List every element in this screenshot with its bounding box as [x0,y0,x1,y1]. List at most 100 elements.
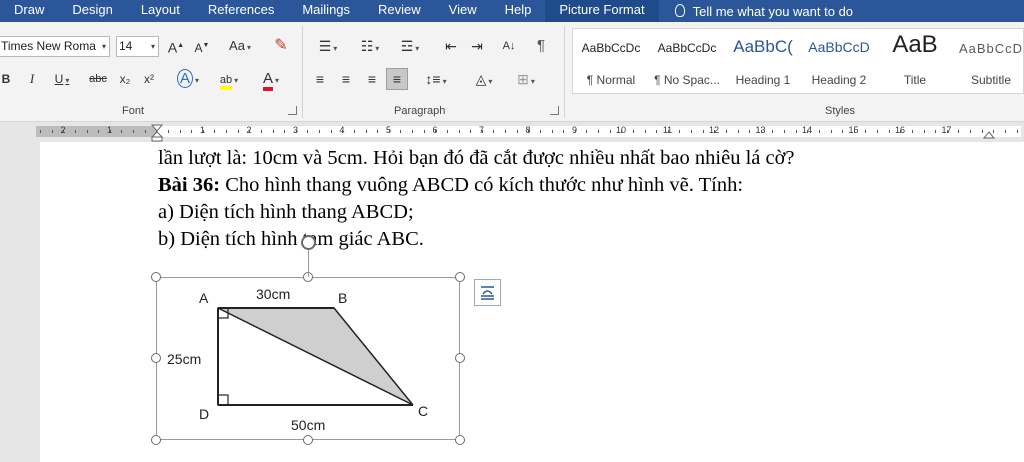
tab-layout[interactable]: Layout [127,0,194,22]
ruler-tick [214,130,215,133]
paragraph-dialog-launcher[interactable] [550,106,559,115]
show-marks-button[interactable]: ¶ [532,35,550,57]
horizontal-ruler[interactable]: 211234567891011121314151617 [0,122,1024,142]
italic-button[interactable]: I [24,68,40,90]
align-center-button[interactable]: ≡ [336,68,356,90]
label-a: A [199,290,209,306]
style-preview: AaBbCcDc [581,41,641,55]
style-preview: AaBbC( [733,37,793,56]
line-spacing-button[interactable]: ↕≡ ▾ [418,68,454,90]
decrease-indent-button[interactable]: ⇤ [440,35,462,57]
bullets-button[interactable]: ☰ ▾ [310,35,346,57]
ruler-tick [180,130,181,133]
ruler-tick [110,130,111,133]
font-color-button[interactable]: A ▾ [254,68,288,91]
tab-picture-format[interactable]: Picture Format [545,0,659,22]
divider [302,26,303,118]
align-right-icon: ≡ [367,71,377,87]
layout-options-button[interactable] [474,279,501,306]
ruler-tick [40,130,41,133]
underline-button[interactable]: U ▾ [48,68,76,90]
highlighter-icon: ab [219,74,233,90]
shading-button[interactable]: ◬ ▾ [466,68,502,90]
clear-formatting-button[interactable]: ✎ [270,35,292,57]
bold-button[interactable]: B [0,68,14,90]
align-center-icon: ≡ [341,71,351,87]
numbering-button[interactable]: ☷ ▾ [352,35,388,57]
font-size-combo[interactable]: 14 ▾ [116,36,159,57]
grow-font-button[interactable]: A▲ [166,35,186,57]
highlight-button[interactable]: ab ▾ [212,68,246,90]
strikethrough-button[interactable]: abc [86,68,110,90]
borders-button[interactable]: ⊞ ▾ [508,68,544,90]
ruler-tick [377,130,378,133]
ruler-tick [1005,130,1006,133]
style-label: ¶ No Spac... [654,73,720,87]
resize-handle-w[interactable] [151,353,161,363]
ruler-tick [633,130,634,133]
subscript-button[interactable]: x₂ [116,68,134,90]
ruler-tick [435,130,436,133]
selected-picture[interactable]: A B C D 30cm 25cm 50cm [156,277,460,440]
style-no-spacing[interactable]: AaBbCcDc ¶ No Spac... [649,29,725,93]
tab-review[interactable]: Review [364,0,435,22]
superscript-button[interactable]: x² [140,68,158,90]
style-preview: AaBbCcDc [657,41,717,55]
ruler-tick [621,130,622,133]
indent-marker[interactable] [150,122,164,142]
increase-indent-button[interactable]: ⇥ [466,35,488,57]
style-subtitle[interactable]: AaBbCcD Subtitle [953,29,1024,93]
ruler-tick [854,130,855,133]
font-color-icon: A [262,70,273,91]
tell-me-box[interactable]: Tell me what you want to do [659,0,867,22]
tab-help[interactable]: Help [491,0,546,22]
font-name-value: Times New Roma [1,39,96,53]
style-title[interactable]: AaB Title [877,29,953,93]
multilevel-list-button[interactable]: ☲ ▾ [392,35,428,57]
ruler-tick [540,130,541,133]
ruler-tick [75,130,76,133]
pilcrow-icon: ¶ [536,37,546,54]
text-line[interactable]: a) Diện tích hình thang ABCD; [158,201,414,224]
resize-handle-se[interactable] [455,435,465,445]
justify-button[interactable]: ≡ [386,68,408,90]
align-left-button[interactable]: ≡ [310,68,330,90]
shrink-font-button[interactable]: A▼ [192,35,212,57]
tab-references[interactable]: References [194,0,288,22]
ruler-tick [354,130,355,133]
text-effects-button[interactable]: A ▾ [172,68,204,90]
style-preview: AaBbCcD [958,41,1024,56]
change-case-button[interactable]: Aa ▾ [222,35,258,57]
font-name-combo[interactable]: Times New Roma ▾ [0,36,110,57]
tab-draw[interactable]: Draw [0,0,58,22]
ruler-tick [424,130,425,133]
align-right-button[interactable]: ≡ [362,68,382,90]
label-d: D [199,406,209,422]
tab-view[interactable]: View [435,0,491,22]
style-heading-1[interactable]: AaBbC( Heading 1 [725,29,801,93]
sort-button[interactable]: A↓ [498,35,520,57]
ruler-tick [714,130,715,133]
ruler-left-margin [36,126,156,137]
tab-mailings[interactable]: Mailings [288,0,364,22]
style-heading-2[interactable]: AaBbCcD Heading 2 [801,29,877,93]
text-line[interactable]: b) Diện tích hình tam giác ABC. [158,228,424,251]
resize-handle-sw[interactable] [151,435,161,445]
font-dialog-launcher[interactable] [288,106,297,115]
resize-handle-s[interactable] [303,435,313,445]
style-normal[interactable]: AaBbCcDc ¶ Normal [573,29,649,93]
text-line[interactable]: Bài 36: Cho hình thang vuông ABCD có kíc… [158,174,743,197]
borders-icon: ⊞ [517,71,529,87]
length-ad: 25cm [167,351,201,367]
resize-handle-ne[interactable] [455,272,465,282]
document-page[interactable]: lần lượt là: 10cm và 5cm. Hỏi bạn đó đã … [40,142,1024,462]
resize-handle-nw[interactable] [151,272,161,282]
ruler-tick [98,130,99,133]
text-line[interactable]: lần lượt là: 10cm và 5cm. Hỏi bạn đó đã … [158,147,795,170]
resize-handle-e[interactable] [455,353,465,363]
ruler-tick [691,130,692,133]
rotate-handle-icon[interactable] [301,235,316,250]
chevron-down-icon: ▾ [101,42,106,51]
right-indent-marker[interactable] [982,124,996,140]
tab-design[interactable]: Design [58,0,126,22]
